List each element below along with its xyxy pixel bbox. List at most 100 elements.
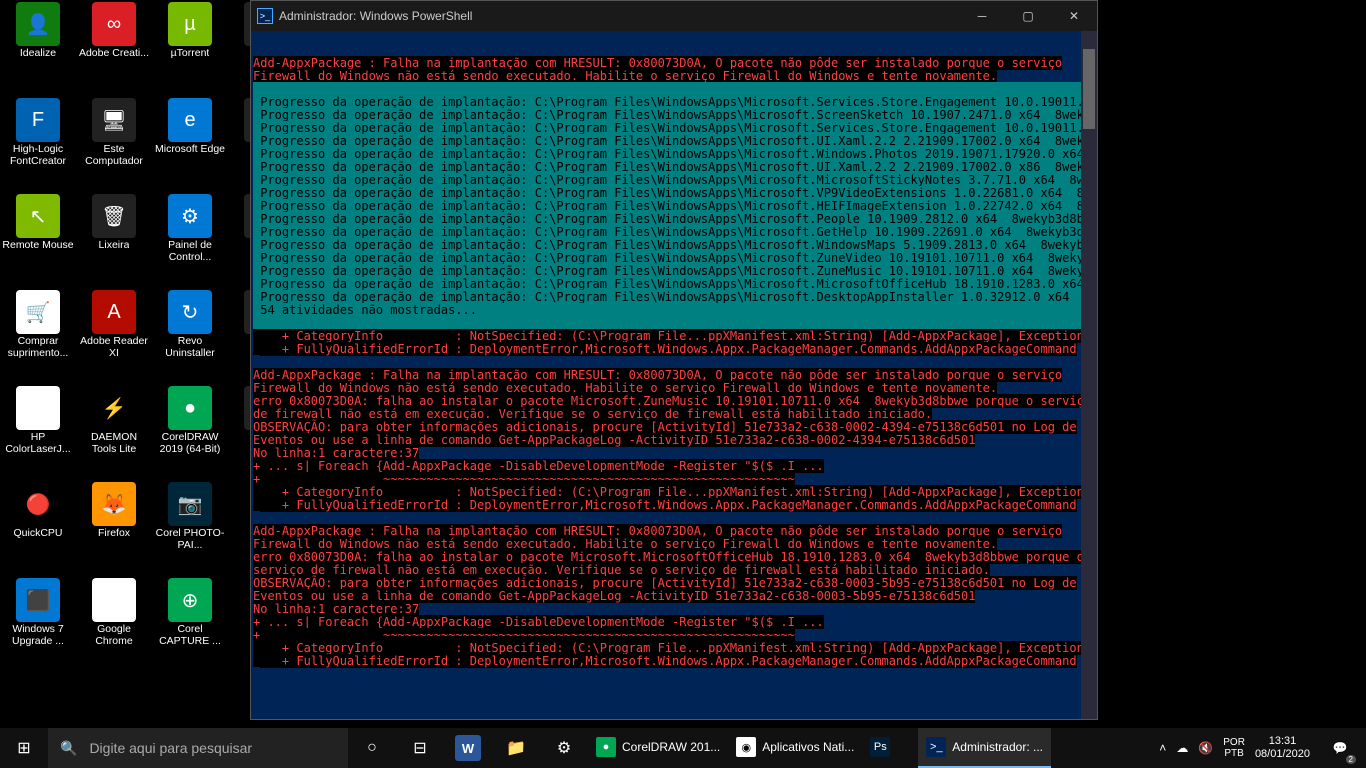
taskbar-item[interactable]: ◉Aplicativos Nati... — [728, 728, 862, 768]
desktop-icon[interactable]: 🖥Este Computador — [76, 96, 152, 192]
word-icon[interactable]: W — [455, 735, 481, 761]
terminal-line: Progresso da operação de implantação: C:… — [253, 238, 1097, 252]
desktop-icon[interactable]: ⊕Corel CAPTURE ... — [152, 576, 228, 672]
terminal-line: Progresso da operação de implantação: C:… — [253, 160, 1097, 174]
desktop-icon[interactable]: 🦊 Firefox — [76, 480, 152, 576]
settings-icon[interactable]: ⚙ — [540, 728, 588, 768]
icon-label: Adobe Creati... — [79, 48, 149, 60]
desktop-icon[interactable]: ⚙Painel de Control... — [152, 192, 228, 288]
terminal-line: + ... s| Foreach {Add-AppxPackage -Disab… — [253, 459, 824, 473]
taskbar-label: Administrador: ... — [952, 740, 1043, 754]
minimize-button[interactable]: ─ — [959, 1, 1005, 31]
app-icon: e — [168, 98, 212, 142]
icon-label: QuickCPU — [13, 528, 62, 540]
terminal-line: Eventos ou use a linha de comando Get-Ap… — [253, 433, 975, 447]
terminal-line: + FullyQualifiedErrorId : DeploymentErro… — [253, 342, 1077, 356]
app-icon: Ps — [870, 737, 890, 757]
terminal-line: Progresso da operação de implantação: C:… — [253, 147, 1097, 161]
app-icon: 📷 — [168, 482, 212, 526]
terminal-line: Progresso da operação de implantação: C:… — [253, 186, 1097, 200]
terminal-line: Progresso da operação de implantação: C:… — [253, 225, 1097, 239]
clock[interactable]: 13:31 08/01/2020 — [1255, 735, 1310, 761]
terminal-line: Add-AppxPackage : Falha na implantação c… — [253, 56, 1062, 70]
terminal-line: + CategoryInfo : NotSpecified: (C:\Progr… — [253, 641, 1084, 655]
app-icon: 🦊 — [92, 482, 136, 526]
cortana-icon[interactable]: ○ — [348, 728, 396, 768]
terminal-line: OBSERVAÇÃO: para obter informações adici… — [253, 576, 1077, 590]
desktop-icon[interactable]: AAdobe Reader XI — [76, 288, 152, 384]
start-button[interactable]: ⊞ — [0, 728, 48, 768]
desktop-icon[interactable]: ↻Revo Uninstaller — [152, 288, 228, 384]
terminal-line: Progresso da operação de implantação: C:… — [253, 251, 1097, 265]
icon-label: Adobe Reader XI — [78, 336, 150, 359]
terminal-line: No linha:1 caractere:37 — [253, 446, 419, 460]
terminal-line — [253, 511, 260, 525]
app-icon: 🛒 — [16, 290, 60, 334]
scrollbar[interactable] — [1081, 31, 1097, 719]
desktop-icon[interactable]: µµTorrent — [152, 0, 228, 96]
app-icon: ⊕ — [168, 578, 212, 622]
powershell-window: >_ Administrador: Windows PowerShell ─ ▢… — [250, 0, 1098, 720]
app-icon: ⚡ — [92, 386, 136, 430]
app-icon: >_ — [926, 737, 946, 757]
scrollbar-thumb[interactable] — [1083, 49, 1095, 129]
language-indicator[interactable]: POR PTB — [1223, 737, 1245, 759]
terminal-line: + CategoryInfo : NotSpecified: (C:\Progr… — [253, 485, 1084, 499]
maximize-button[interactable]: ▢ — [1005, 1, 1051, 31]
taskbar-item[interactable]: >_ Administrador: ... — [918, 728, 1051, 768]
terminal-line: erro 0x80073D0A: falha ao instalar o pac… — [253, 550, 1084, 564]
terminal-line: serviço de firewall não está em execução… — [253, 563, 990, 577]
desktop-icon[interactable]: e Microsoft Edge — [152, 96, 228, 192]
terminal-line — [253, 667, 260, 681]
desktop-icon[interactable]: 🗑Lixeira — [76, 192, 152, 288]
icon-label: Painel de Control... — [154, 240, 226, 263]
tray-chevron-icon[interactable]: ˄ — [1159, 741, 1166, 755]
close-button[interactable]: ✕ — [1051, 1, 1097, 31]
desktop-icon[interactable]: 🖨HP ColorLaserJ... — [0, 384, 76, 480]
app-icon: 🖨 — [16, 386, 60, 430]
icon-label: Microsoft Edge — [155, 144, 225, 156]
notifications-icon[interactable]: 💬2 — [1320, 728, 1360, 768]
explorer-icon[interactable]: 📁 — [492, 728, 540, 768]
search-icon: 🔍 — [60, 740, 77, 757]
desktop-icon[interactable]: 🛒Comprar suprimento... — [0, 288, 76, 384]
app-icon: F — [16, 98, 60, 142]
terminal-output[interactable]: Add-AppxPackage : Falha na implantação c… — [251, 31, 1097, 719]
app-icon: µ — [168, 2, 212, 46]
app-icon: ◉ — [92, 578, 136, 622]
taskview-icon[interactable]: ⊟ — [396, 728, 444, 768]
terminal-line: Eventos ou use a linha de comando Get-Ap… — [253, 589, 975, 603]
desktop-icon[interactable]: 👤Idealize — [0, 0, 76, 96]
desktop-icon[interactable]: ↖Remote Mouse — [0, 192, 76, 288]
terminal-line: erro 0x80073D0A: falha ao instalar o pac… — [253, 394, 1091, 408]
taskbar-item[interactable]: Ps — [862, 728, 918, 768]
app-icon: ↻ — [168, 290, 212, 334]
taskbar-label: CorelDRAW 201... — [622, 740, 720, 754]
terminal-line: de firewall não está em execução. Verifi… — [253, 407, 932, 421]
desktop-icon[interactable]: 📷Corel PHOTO-PAI... — [152, 480, 228, 576]
desktop-icon[interactable]: 🔴QuickCPU — [0, 480, 76, 576]
icon-label: Comprar suprimento... — [2, 336, 74, 359]
search-box[interactable]: 🔍 Digite aqui para pesquisar — [48, 728, 348, 768]
desktop-icon[interactable]: ⬛Windows 7 Upgrade ... — [0, 576, 76, 672]
volume-icon[interactable]: 🔇 — [1198, 741, 1213, 755]
app-icon: A — [92, 290, 136, 334]
icon-label: CorelDRAW 2019 (64-Bit) — [154, 432, 226, 455]
icon-label: Corel PHOTO-PAI... — [154, 528, 226, 551]
terminal-line: Progresso da operação de implantação: C:… — [253, 108, 1097, 122]
search-placeholder: Digite aqui para pesquisar — [89, 740, 252, 756]
icon-label: Remote Mouse — [2, 240, 73, 252]
desktop-icon[interactable]: ●CorelDRAW 2019 (64-Bit) — [152, 384, 228, 480]
icon-label: Firefox — [98, 528, 130, 540]
app-icon: 🗑 — [92, 194, 136, 238]
icon-label: Corel CAPTURE ... — [154, 624, 226, 647]
desktop-icon[interactable]: ◉Google Chrome — [76, 576, 152, 672]
titlebar[interactable]: >_ Administrador: Windows PowerShell ─ ▢… — [251, 1, 1097, 31]
desktop-icon[interactable]: ∞Adobe Creati... — [76, 0, 152, 96]
desktop-icon[interactable]: FHigh-Logic FontCreator — [0, 96, 76, 192]
taskbar-item[interactable]: ●CorelDRAW 201... — [588, 728, 728, 768]
window-title: Administrador: Windows PowerShell — [279, 9, 959, 23]
onedrive-icon[interactable]: ☁ — [1176, 741, 1188, 755]
desktop-icon[interactable]: ⚡DAEMON Tools Lite — [76, 384, 152, 480]
terminal-line: OBSERVAÇÃO: para obter informações adici… — [253, 420, 1077, 434]
